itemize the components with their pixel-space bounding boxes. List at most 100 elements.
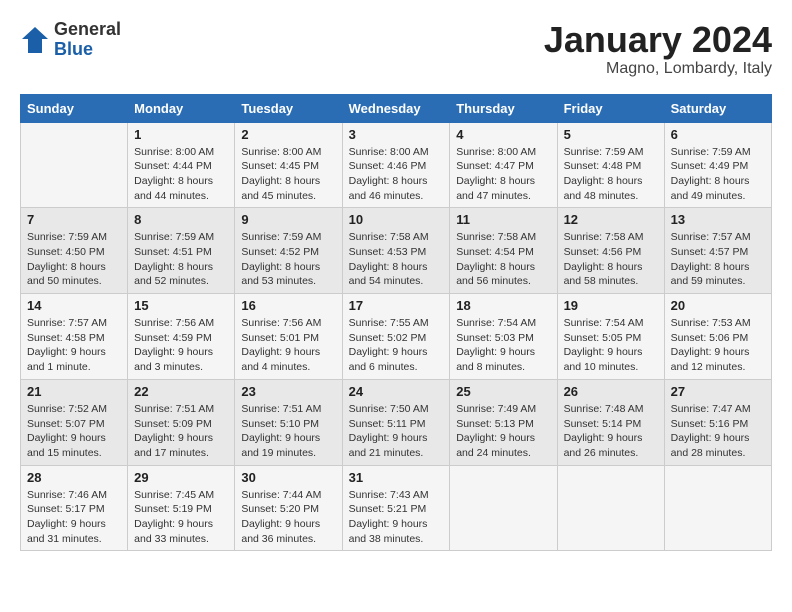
week-row-4: 21 Sunrise: 7:52 AMSunset: 5:07 PMDayligh… (21, 379, 772, 465)
day-info: Sunrise: 7:51 AMSunset: 5:10 PMDaylight:… (241, 402, 335, 461)
day-cell (664, 465, 771, 551)
day-number: 2 (241, 127, 335, 142)
day-number: 26 (564, 384, 658, 399)
day-info: Sunrise: 7:59 AMSunset: 4:51 PMDaylight:… (134, 230, 228, 289)
day-info: Sunrise: 7:57 AMSunset: 4:57 PMDaylight:… (671, 230, 765, 289)
page-header: General Blue January 2024 Magno, Lombard… (20, 20, 772, 78)
day-number: 18 (456, 298, 550, 313)
day-number: 13 (671, 212, 765, 227)
day-number: 15 (134, 298, 228, 313)
day-info: Sunrise: 7:48 AMSunset: 5:14 PMDaylight:… (564, 402, 658, 461)
day-cell: 13 Sunrise: 7:57 AMSunset: 4:57 PMDayligh… (664, 208, 771, 294)
day-info: Sunrise: 8:00 AMSunset: 4:45 PMDaylight:… (241, 145, 335, 204)
logo-general: General (54, 20, 121, 40)
day-number: 8 (134, 212, 228, 227)
day-info: Sunrise: 7:59 AMSunset: 4:52 PMDaylight:… (241, 230, 335, 289)
day-number: 11 (456, 212, 550, 227)
day-info: Sunrise: 7:59 AMSunset: 4:49 PMDaylight:… (671, 145, 765, 204)
day-cell: 25 Sunrise: 7:49 AMSunset: 5:13 PMDayligh… (450, 379, 557, 465)
day-info: Sunrise: 7:51 AMSunset: 5:09 PMDaylight:… (134, 402, 228, 461)
day-info: Sunrise: 8:00 AMSunset: 4:46 PMDaylight:… (349, 145, 444, 204)
day-cell (557, 465, 664, 551)
day-info: Sunrise: 7:49 AMSunset: 5:13 PMDaylight:… (456, 402, 550, 461)
day-cell: 26 Sunrise: 7:48 AMSunset: 5:14 PMDayligh… (557, 379, 664, 465)
day-number: 25 (456, 384, 550, 399)
day-cell: 3 Sunrise: 8:00 AMSunset: 4:46 PMDaylight… (342, 122, 450, 208)
day-info: Sunrise: 7:44 AMSunset: 5:20 PMDaylight:… (241, 488, 335, 547)
day-cell: 16 Sunrise: 7:56 AMSunset: 5:01 PMDayligh… (235, 294, 342, 380)
day-info: Sunrise: 7:58 AMSunset: 4:56 PMDaylight:… (564, 230, 658, 289)
day-number: 6 (671, 127, 765, 142)
day-cell: 2 Sunrise: 8:00 AMSunset: 4:45 PMDaylight… (235, 122, 342, 208)
day-cell: 5 Sunrise: 7:59 AMSunset: 4:48 PMDaylight… (557, 122, 664, 208)
week-row-5: 28 Sunrise: 7:46 AMSunset: 5:17 PMDayligh… (21, 465, 772, 551)
day-cell: 22Sunrise: 7:51 AMSunset: 5:09 PMDayligh… (128, 379, 235, 465)
header-saturday: Saturday (664, 94, 771, 122)
day-number: 4 (456, 127, 550, 142)
day-cell: 7 Sunrise: 7:59 AMSunset: 4:50 PMDaylight… (21, 208, 128, 294)
header-monday: Monday (128, 94, 235, 122)
day-number: 21 (27, 384, 121, 399)
day-info: Sunrise: 7:47 AMSunset: 5:16 PMDaylight:… (671, 402, 765, 461)
day-cell: 1Sunrise: 8:00 AMSunset: 4:44 PMDaylight… (128, 122, 235, 208)
day-info: Sunrise: 7:46 AMSunset: 5:17 PMDaylight:… (27, 488, 121, 547)
day-number: 27 (671, 384, 765, 399)
day-cell: 11 Sunrise: 7:58 AMSunset: 4:54 PMDayligh… (450, 208, 557, 294)
day-info: Sunrise: 7:56 AMSunset: 5:01 PMDaylight:… (241, 316, 335, 375)
header-thursday: Thursday (450, 94, 557, 122)
day-info: Sunrise: 7:54 AMSunset: 5:03 PMDaylight:… (456, 316, 550, 375)
day-info: Sunrise: 7:58 AMSunset: 4:54 PMDaylight:… (456, 230, 550, 289)
day-cell: 4 Sunrise: 8:00 AMSunset: 4:47 PMDaylight… (450, 122, 557, 208)
day-number: 31 (349, 470, 444, 485)
day-number: 30 (241, 470, 335, 485)
header-wednesday: Wednesday (342, 94, 450, 122)
calendar-header: SundayMondayTuesdayWednesdayThursdayFrid… (21, 94, 772, 122)
day-number: 23 (241, 384, 335, 399)
day-cell: 30 Sunrise: 7:44 AMSunset: 5:20 PMDayligh… (235, 465, 342, 551)
day-info: Sunrise: 8:00 AMSunset: 4:47 PMDaylight:… (456, 145, 550, 204)
day-cell: 28 Sunrise: 7:46 AMSunset: 5:17 PMDayligh… (21, 465, 128, 551)
header-friday: Friday (557, 94, 664, 122)
week-row-1: 1Sunrise: 8:00 AMSunset: 4:44 PMDaylight… (21, 122, 772, 208)
day-number: 1 (134, 127, 228, 142)
day-cell: 8 Sunrise: 7:59 AMSunset: 4:51 PMDaylight… (128, 208, 235, 294)
week-row-2: 7 Sunrise: 7:59 AMSunset: 4:50 PMDaylight… (21, 208, 772, 294)
day-number: 12 (564, 212, 658, 227)
day-number: 5 (564, 127, 658, 142)
location: Magno, Lombardy, Italy (544, 60, 772, 78)
day-cell: 27 Sunrise: 7:47 AMSunset: 5:16 PMDayligh… (664, 379, 771, 465)
day-info: Sunrise: 7:57 AMSunset: 4:58 PMDaylight:… (27, 316, 121, 375)
day-number: 3 (349, 127, 444, 142)
day-number: 14 (27, 298, 121, 313)
logo-text: General Blue (54, 20, 121, 60)
day-info: Sunrise: 7:59 AMSunset: 4:48 PMDaylight:… (564, 145, 658, 204)
day-cell: 19 Sunrise: 7:54 AMSunset: 5:05 PMDayligh… (557, 294, 664, 380)
day-cell: 29 Sunrise: 7:45 AMSunset: 5:19 PMDayligh… (128, 465, 235, 551)
title-block: January 2024 Magno, Lombardy, Italy (544, 20, 772, 78)
day-info: Sunrise: 7:59 AMSunset: 4:50 PMDaylight:… (27, 230, 121, 289)
calendar-body: 1Sunrise: 8:00 AMSunset: 4:44 PMDaylight… (21, 122, 772, 551)
day-info: Sunrise: 7:43 AMSunset: 5:21 PMDaylight:… (349, 488, 444, 547)
day-number: 20 (671, 298, 765, 313)
week-row-3: 14 Sunrise: 7:57 AMSunset: 4:58 PMDayligh… (21, 294, 772, 380)
day-number: 17 (349, 298, 444, 313)
day-number: 28 (27, 470, 121, 485)
day-info: Sunrise: 7:54 AMSunset: 5:05 PMDaylight:… (564, 316, 658, 375)
logo-blue: Blue (54, 40, 121, 60)
day-number: 9 (241, 212, 335, 227)
calendar-table: SundayMondayTuesdayWednesdayThursdayFrid… (20, 94, 772, 552)
day-number: 19 (564, 298, 658, 313)
day-cell: 17 Sunrise: 7:55 AMSunset: 5:02 PMDayligh… (342, 294, 450, 380)
day-cell (450, 465, 557, 551)
day-number: 7 (27, 212, 121, 227)
day-info: Sunrise: 7:52 AMSunset: 5:07 PMDaylight:… (27, 402, 121, 461)
day-cell: 21 Sunrise: 7:52 AMSunset: 5:07 PMDayligh… (21, 379, 128, 465)
day-info: Sunrise: 7:55 AMSunset: 5:02 PMDaylight:… (349, 316, 444, 375)
day-cell: 12 Sunrise: 7:58 AMSunset: 4:56 PMDayligh… (557, 208, 664, 294)
day-number: 29 (134, 470, 228, 485)
day-info: Sunrise: 7:45 AMSunset: 5:19 PMDaylight:… (134, 488, 228, 547)
day-number: 24 (349, 384, 444, 399)
day-cell: 10Sunrise: 7:58 AMSunset: 4:53 PMDayligh… (342, 208, 450, 294)
day-info: Sunrise: 7:56 AMSunset: 4:59 PMDaylight:… (134, 316, 228, 375)
day-number: 16 (241, 298, 335, 313)
